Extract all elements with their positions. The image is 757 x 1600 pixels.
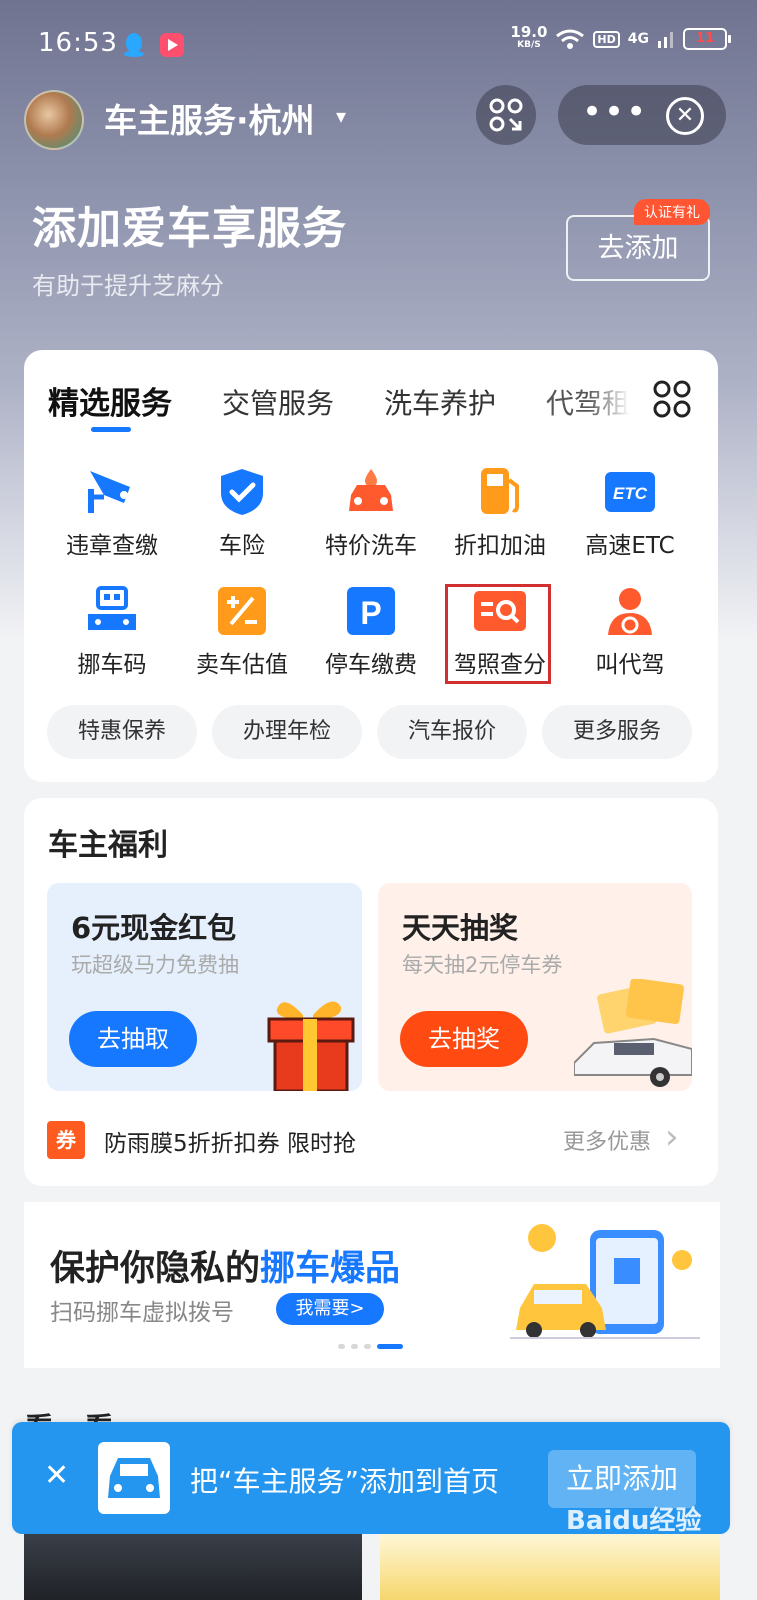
page-dot [364,1344,371,1349]
service-label: 折扣加油 [454,533,546,559]
promo-red-packet[interactable]: 6元现金红包 玩超级马力免费抽 去抽取 [47,883,362,1091]
active-tab-indicator [91,427,131,432]
status-time: 16:53 [38,28,118,58]
add-bar-text: 把“车主服务”添加到首页 [190,1465,500,1498]
car-qr-icon [84,585,140,637]
close-button[interactable]: ✕ [666,97,704,135]
service-violation[interactable]: 违章查缴 [47,466,177,560]
content-thumbnail[interactable] [24,1534,362,1600]
service-label: 卖车估值 [196,652,288,678]
pill-car-quote[interactable]: 汽车报价 [377,705,527,759]
etc-icon: ETC [602,466,658,518]
net-speed: 19.0 KB/S [510,23,548,51]
page-dot [338,1344,345,1349]
status-indicators: 19.0 KB/S HD 4G 11 [510,23,731,52]
more-button[interactable]: ••• [582,95,646,135]
claim-button[interactable]: 去抽取 [69,1011,197,1067]
more-offers-link[interactable]: 更多优惠 [563,1124,651,1156]
service-designated-driver[interactable]: 叫代驾 [565,585,695,679]
certify-gift-badge: 认证有礼 [634,199,710,225]
service-parking[interactable]: P 停车缴费 [306,585,436,679]
all-tabs-icon[interactable] [652,379,692,419]
tab-featured[interactable]: 精选服务 [48,378,172,423]
qq-icon [124,33,144,57]
hero-subtitle: 有助于提升芝麻分 [32,272,224,300]
parking-icon: P [343,585,399,637]
hero-title: 添加爱车享服务 [32,203,347,254]
service-insurance[interactable]: 车险 [177,466,307,560]
shield-check-icon [214,466,270,518]
pill-more-services[interactable]: 更多服务 [542,705,692,759]
service-tabs: 精选服务 交管服务 洗车养护 代驾租 [48,378,630,423]
add-bar-close-icon[interactable]: ✕ [44,1458,69,1493]
service-label: 高速ETC [585,533,675,559]
service-fuel[interactable]: 折扣加油 [435,466,565,560]
camera-icon [84,466,140,518]
hd-badge: HD [593,30,620,48]
pill-annual-inspection[interactable]: 办理年检 [212,705,362,759]
promo-daily-lottery[interactable]: 天天抽奖 每天抽2元停车券 去抽奖 [378,883,692,1091]
fuel-pump-icon [472,466,528,518]
service-car-wash[interactable]: 特价洗车 [306,466,436,560]
service-etc[interactable]: ETC 高速ETC [565,466,695,560]
tab-car-wash[interactable]: 洗车养护 [384,378,496,423]
avatar[interactable] [24,90,84,150]
service-car-valuation[interactable]: 卖车估值 [177,585,307,679]
banner-need-button[interactable]: 我需要> [276,1293,384,1325]
city-dropdown-icon[interactable]: ▾ [336,104,346,128]
banner-pagination [338,1344,403,1349]
scan-button[interactable] [476,85,536,145]
video-app-icon [160,33,184,57]
car-service-logo [98,1442,170,1514]
app-title[interactable]: 车主服务·杭州 [104,94,315,142]
tab-traffic[interactable]: 交管服务 [222,378,334,423]
content-thumbnail[interactable] [380,1534,720,1600]
signal-icon [658,32,673,48]
calculator-icon [214,585,270,637]
promo-title: 天天抽奖 [402,911,519,945]
banner-title: 保护你隐私的挪车爆品 [50,1249,401,1289]
tab-driver-rental[interactable]: 代驾租 [546,378,630,423]
chevron-right-icon[interactable]: › [665,1120,679,1154]
car-coupon-icon [574,979,692,1087]
promo-subtitle: 玩超级马力免费抽 [71,953,239,977]
driver-icon [602,585,658,637]
service-label: 特价洗车 [325,533,417,559]
lottery-button[interactable]: 去抽奖 [400,1011,528,1067]
page-dot-active [377,1344,403,1349]
svg-text:P: P [360,595,381,631]
gift-box-icon [267,1001,355,1091]
service-label: 叫代驾 [595,652,665,678]
service-label: 挪车码 [77,652,147,678]
car-wash-icon [343,466,399,518]
coupon-text[interactable]: 防雨膜5折折扣券 限时抢 [104,1124,356,1158]
scan-icon [489,98,523,132]
benefits-title: 车主福利 [48,828,168,863]
baidu-watermark: Baidu经验 [566,1506,702,1536]
pill-special-maintenance[interactable]: 特惠保养 [47,705,197,759]
service-label: 停车缴费 [325,652,417,678]
page-dot [351,1344,358,1349]
signal-label: 4G [627,31,649,47]
coupon-tag-icon: 券 [47,1121,85,1159]
promo-title: 6元现金红包 [71,911,237,945]
service-label: 违章查缴 [66,533,158,559]
banner-subtitle: 扫码挪车虚拟拨号 [50,1300,234,1326]
battery-icon: 11 [683,28,731,50]
svg-text:ETC: ETC [613,484,648,503]
service-label: 车险 [219,533,265,559]
mini-program-capsule: ••• ✕ [558,85,726,145]
wifi-icon [556,29,585,49]
move-car-illustration [510,1224,700,1339]
service-move-car-code[interactable]: 挪车码 [47,585,177,679]
highlight-annotation-box [445,584,551,684]
promo-subtitle: 每天抽2元停车券 [402,953,563,977]
